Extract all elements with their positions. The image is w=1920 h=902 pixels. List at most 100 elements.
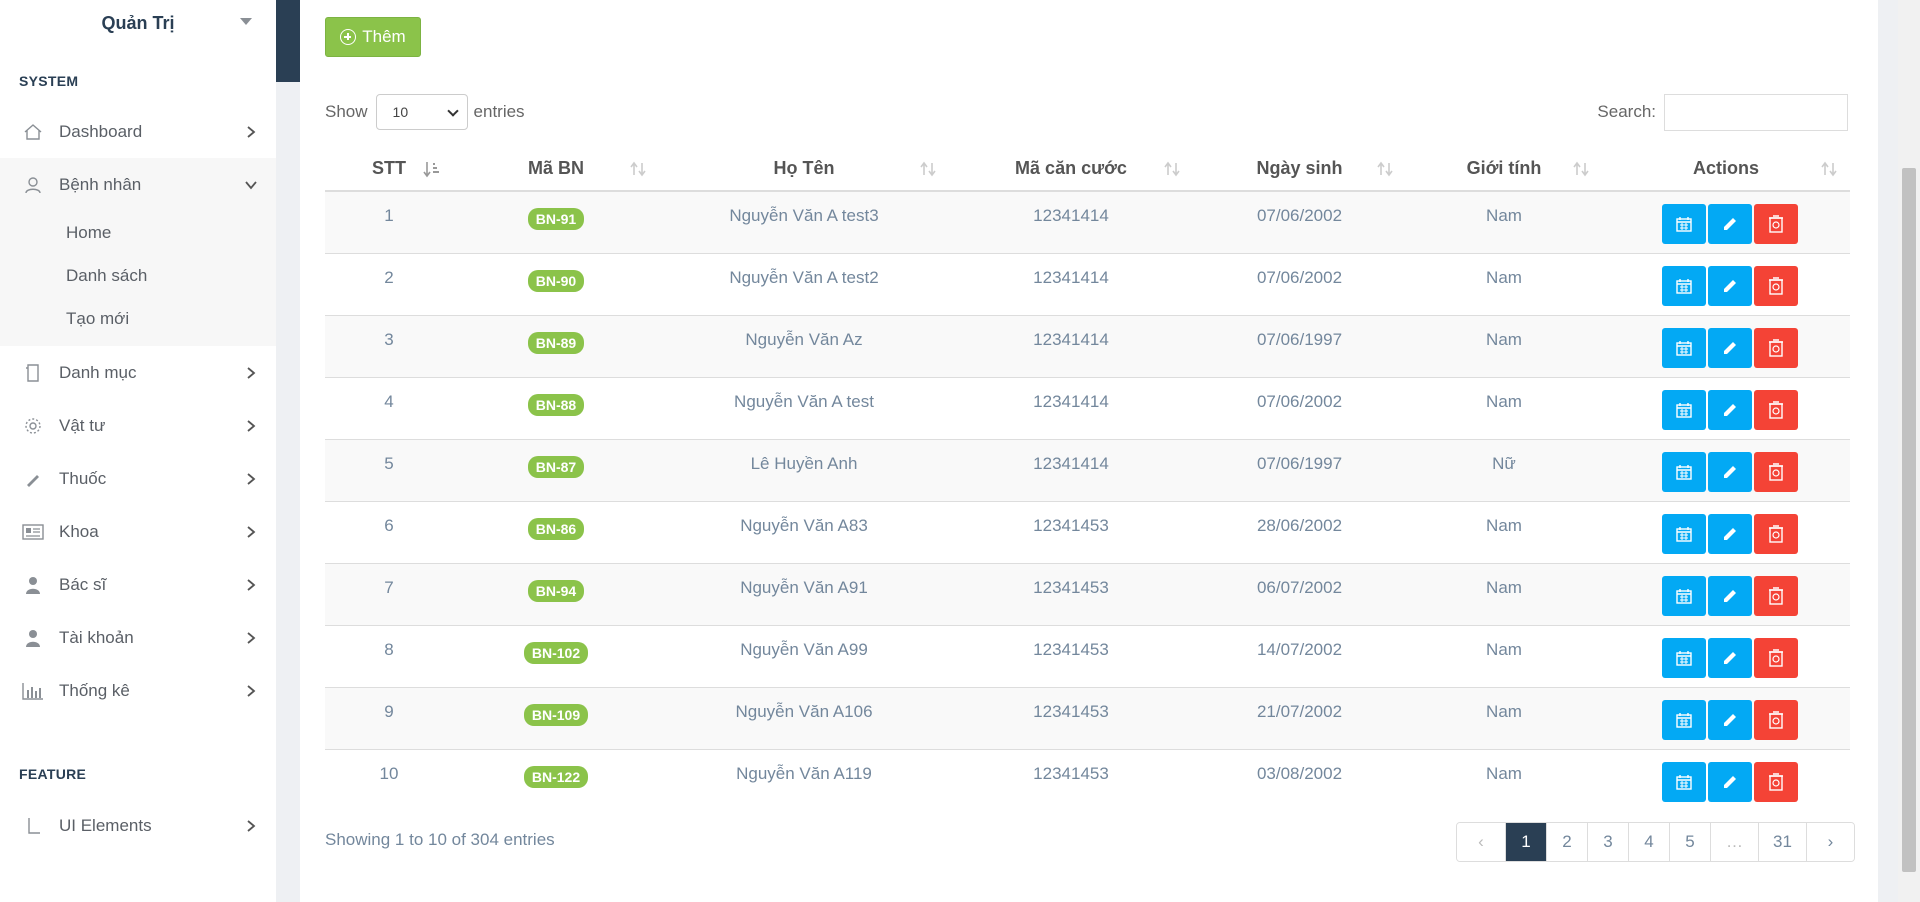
section-system-title: SYSTEM	[19, 73, 79, 89]
page-button[interactable]: 31	[1758, 823, 1806, 861]
submenu-item[interactable]: Danh sách	[0, 254, 276, 297]
submenu-item[interactable]: Tạo mới	[0, 297, 276, 340]
feature-item-0[interactable]: UI Elements	[0, 799, 276, 852]
page-button[interactable]: 2	[1546, 823, 1587, 861]
cell-dob: 07/06/1997	[1193, 438, 1406, 501]
page-button[interactable]: 3	[1587, 823, 1628, 861]
trash-icon	[1768, 648, 1784, 667]
column-header[interactable]: Ngày sinh	[1193, 147, 1406, 192]
cell-name: Nguyễn Văn A83	[659, 500, 949, 563]
cell-stt: 6	[325, 500, 453, 563]
page-button[interactable]: 4	[1628, 823, 1669, 861]
calendar-button[interactable]	[1662, 637, 1706, 678]
sidebar-item-3[interactable]: Vật tư	[0, 399, 276, 452]
content-panel: Thêm Show 10 entries Search: STT Mã BN Họ …	[300, 0, 1878, 902]
calendar-button[interactable]	[1662, 575, 1706, 616]
caret-down-icon[interactable]	[240, 18, 252, 25]
table-row: 8 BN-102 Nguyễn Văn A99 12341453 14/07/2002 N…	[325, 624, 1850, 687]
patients-table: STT Mã BN Họ Tên Mã căn cước Ngày sinh Giới t…	[325, 147, 1850, 811]
delete-button[interactable]	[1754, 761, 1798, 802]
calendar-button[interactable]	[1662, 327, 1706, 368]
edit-button[interactable]	[1708, 204, 1752, 244]
sidebar-item-4[interactable]: Thuốc	[0, 452, 276, 505]
sidebar-item-1[interactable]: Bệnh nhân	[0, 158, 276, 211]
table-row: 10 BN-122 Nguyễn Văn A119 12341453 03/08/200…	[325, 748, 1850, 811]
edit-button[interactable]	[1708, 575, 1752, 616]
page-length-select[interactable]: 10	[375, 94, 468, 130]
sidebar-item-label: Bệnh nhân	[59, 174, 142, 194]
edit-button[interactable]	[1708, 699, 1752, 740]
column-header[interactable]: Mã BN	[453, 147, 659, 192]
calendar-button[interactable]	[1662, 389, 1706, 430]
edit-button[interactable]	[1708, 637, 1752, 678]
search-label: Search:	[1597, 102, 1656, 121]
scrollbar-thumb[interactable]	[1902, 168, 1916, 872]
calendar-icon	[1676, 402, 1692, 418]
column-header[interactable]: Actions	[1602, 147, 1850, 192]
sidebar-item-8[interactable]: Thống kê	[0, 664, 276, 717]
sidebar-item-6[interactable]: Bác sĩ	[0, 558, 276, 611]
column-header-label: Mã căn cước	[1015, 158, 1127, 178]
calendar-button[interactable]	[1662, 513, 1706, 554]
edit-button[interactable]	[1708, 451, 1752, 492]
add-button[interactable]: Thêm	[325, 17, 421, 57]
gear-icon	[22, 415, 44, 437]
page-length-value: 10	[392, 104, 409, 120]
cell-code: BN-86	[453, 500, 659, 563]
plus-circle-icon	[340, 29, 357, 45]
column-header[interactable]: Mã căn cước	[949, 147, 1193, 192]
sidebar-item-0[interactable]: Dashboard	[0, 105, 276, 158]
edit-button[interactable]	[1708, 513, 1752, 554]
search-input[interactable]	[1664, 93, 1848, 131]
chart-icon	[22, 680, 44, 702]
next-page-button[interactable]: ›	[1806, 823, 1854, 861]
sort-ascending-icon	[423, 160, 441, 178]
sidebar-item-5[interactable]: Khoa	[0, 505, 276, 558]
delete-button[interactable]	[1754, 699, 1798, 740]
trash-icon	[1768, 524, 1784, 543]
submenu-item[interactable]: Home	[0, 211, 276, 254]
column-header-label: STT	[372, 158, 406, 178]
page-button[interactable]: 5	[1669, 823, 1710, 861]
calendar-button[interactable]	[1662, 699, 1706, 740]
delete-button[interactable]	[1754, 637, 1798, 678]
sort-icon	[919, 160, 937, 178]
sidebar-item-label: Danh mục	[59, 362, 137, 382]
cell-name: Nguyễn Văn A test	[659, 376, 949, 439]
pencil-icon	[1721, 587, 1739, 605]
patient-code-badge: BN-109	[523, 703, 589, 726]
cell-code: BN-90	[453, 252, 659, 315]
edit-button[interactable]	[1708, 327, 1752, 368]
edit-button[interactable]	[1708, 761, 1752, 802]
page-button[interactable]: 1	[1505, 823, 1546, 861]
section-feature-title: FEATURE	[19, 766, 87, 782]
column-header[interactable]: STT	[325, 147, 453, 192]
calendar-button[interactable]	[1662, 265, 1706, 306]
column-header[interactable]: Giới tính	[1406, 147, 1602, 192]
delete-button[interactable]	[1754, 451, 1798, 492]
sidebar-item-7[interactable]: Tài khoản	[0, 611, 276, 664]
delete-button[interactable]	[1754, 575, 1798, 616]
patient-code-badge: BN-122	[523, 765, 589, 788]
delete-button[interactable]	[1754, 389, 1798, 430]
cell-stt: 4	[325, 376, 453, 439]
calendar-button[interactable]	[1662, 451, 1706, 492]
patient-code-badge: BN-90	[527, 269, 585, 292]
cell-name: Nguyễn Văn A119	[659, 748, 949, 811]
chevron-right-icon	[244, 819, 258, 833]
delete-button[interactable]	[1754, 327, 1798, 368]
cell-actions	[1602, 500, 1850, 563]
column-header[interactable]: Họ Tên	[659, 147, 949, 192]
delete-button[interactable]	[1754, 513, 1798, 554]
edit-button[interactable]	[1708, 265, 1752, 306]
calendar-icon	[1676, 650, 1692, 666]
calendar-button[interactable]	[1662, 204, 1706, 244]
pagination: ‹ 1 2 3 4 5… 31 ›	[1456, 822, 1855, 862]
cell-gender: Nam	[1406, 624, 1602, 687]
delete-button[interactable]	[1754, 265, 1798, 306]
delete-button[interactable]	[1754, 204, 1798, 244]
sidebar-item-2[interactable]: Danh mục	[0, 346, 276, 399]
edit-button[interactable]	[1708, 389, 1752, 430]
calendar-button[interactable]	[1662, 761, 1706, 802]
user-menu[interactable]: Quản Trị	[0, 0, 276, 46]
